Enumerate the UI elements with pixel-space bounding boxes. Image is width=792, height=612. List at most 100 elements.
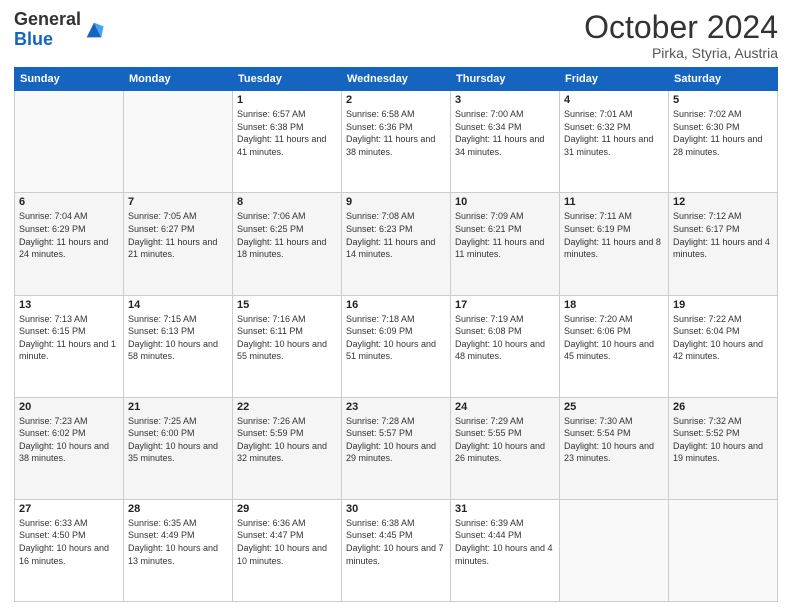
calendar-cell (560, 499, 669, 601)
day-number: 27 (19, 503, 119, 515)
day-info: Sunrise: 7:09 AM Sunset: 6:21 PM Dayligh… (455, 210, 555, 260)
day-info: Sunrise: 6:35 AM Sunset: 4:49 PM Dayligh… (128, 517, 228, 567)
day-number: 22 (237, 401, 337, 413)
calendar-cell: 23 Sunrise: 7:28 AM Sunset: 5:57 PM Dayli… (342, 397, 451, 499)
calendar-cell: 20 Sunrise: 7:23 AM Sunset: 6:02 PM Dayli… (15, 397, 124, 499)
day-info: Sunrise: 7:18 AM Sunset: 6:09 PM Dayligh… (346, 313, 446, 363)
logo-blue-text: Blue (14, 29, 53, 49)
calendar-cell: 28 Sunrise: 6:35 AM Sunset: 4:49 PM Dayli… (124, 499, 233, 601)
day-number: 2 (346, 94, 446, 106)
day-header-sunday: Sunday (15, 68, 124, 91)
day-info: Sunrise: 7:15 AM Sunset: 6:13 PM Dayligh… (128, 313, 228, 363)
day-number: 23 (346, 401, 446, 413)
calendar-cell (669, 499, 778, 601)
logo-general-text: General (14, 9, 81, 29)
day-info: Sunrise: 6:38 AM Sunset: 4:45 PM Dayligh… (346, 517, 446, 567)
day-number: 7 (128, 196, 228, 208)
day-number: 26 (673, 401, 773, 413)
day-number: 5 (673, 94, 773, 106)
day-info: Sunrise: 7:00 AM Sunset: 6:34 PM Dayligh… (455, 108, 555, 158)
location: Pirka, Styria, Austria (584, 45, 778, 61)
day-info: Sunrise: 7:04 AM Sunset: 6:29 PM Dayligh… (19, 210, 119, 260)
month-title: October 2024 (584, 10, 778, 45)
day-info: Sunrise: 7:16 AM Sunset: 6:11 PM Dayligh… (237, 313, 337, 363)
day-number: 11 (564, 196, 664, 208)
day-info: Sunrise: 7:11 AM Sunset: 6:19 PM Dayligh… (564, 210, 664, 260)
calendar-cell: 14 Sunrise: 7:15 AM Sunset: 6:13 PM Dayli… (124, 295, 233, 397)
calendar-cell: 21 Sunrise: 7:25 AM Sunset: 6:00 PM Dayli… (124, 397, 233, 499)
day-info: Sunrise: 7:23 AM Sunset: 6:02 PM Dayligh… (19, 415, 119, 465)
day-info: Sunrise: 7:01 AM Sunset: 6:32 PM Dayligh… (564, 108, 664, 158)
day-info: Sunrise: 7:28 AM Sunset: 5:57 PM Dayligh… (346, 415, 446, 465)
calendar-cell: 12Sunrise: 7:12 AM Sunset: 6:17 PM Dayli… (669, 193, 778, 295)
calendar-cell: 16 Sunrise: 7:18 AM Sunset: 6:09 PM Dayli… (342, 295, 451, 397)
calendar-cell: 1 Sunrise: 6:57 AM Sunset: 6:38 PM Daylig… (233, 91, 342, 193)
day-header-wednesday: Wednesday (342, 68, 451, 91)
calendar-cell: 26 Sunrise: 7:32 AM Sunset: 5:52 PM Dayli… (669, 397, 778, 499)
calendar-cell: 5 Sunrise: 7:02 AM Sunset: 6:30 PM Daylig… (669, 91, 778, 193)
day-info: Sunrise: 7:20 AM Sunset: 6:06 PM Dayligh… (564, 313, 664, 363)
day-number: 1 (237, 94, 337, 106)
logo: General Blue (14, 10, 105, 50)
day-info: Sunrise: 7:32 AM Sunset: 5:52 PM Dayligh… (673, 415, 773, 465)
calendar-cell: 27 Sunrise: 6:33 AM Sunset: 4:50 PM Dayli… (15, 499, 124, 601)
page: General Blue October 2024 Pirka, Styria,… (0, 0, 792, 612)
header: General Blue October 2024 Pirka, Styria,… (14, 10, 778, 61)
calendar-cell: 31 Sunrise: 6:39 AM Sunset: 4:44 PM Dayli… (451, 499, 560, 601)
day-info: Sunrise: 7:29 AM Sunset: 5:55 PM Dayligh… (455, 415, 555, 465)
day-number: 25 (564, 401, 664, 413)
calendar-cell: 24 Sunrise: 7:29 AM Sunset: 5:55 PM Dayli… (451, 397, 560, 499)
day-info: Sunrise: 7:19 AM Sunset: 6:08 PM Dayligh… (455, 313, 555, 363)
calendar-cell: 7 Sunrise: 7:05 AM Sunset: 6:27 PM Daylig… (124, 193, 233, 295)
calendar-table: SundayMondayTuesdayWednesdayThursdayFrid… (14, 67, 778, 602)
calendar-cell: 22 Sunrise: 7:26 AM Sunset: 5:59 PM Dayli… (233, 397, 342, 499)
calendar-cell: 3Sunrise: 7:00 AM Sunset: 6:34 PM Daylig… (451, 91, 560, 193)
day-number: 4 (564, 94, 664, 106)
day-number: 29 (237, 503, 337, 515)
day-header-monday: Monday (124, 68, 233, 91)
calendar-cell: 9Sunrise: 7:08 AM Sunset: 6:23 PM Daylig… (342, 193, 451, 295)
day-info: Sunrise: 7:06 AM Sunset: 6:25 PM Dayligh… (237, 210, 337, 260)
day-info: Sunrise: 6:58 AM Sunset: 6:36 PM Dayligh… (346, 108, 446, 158)
day-number: 31 (455, 503, 555, 515)
calendar-cell: 25Sunrise: 7:30 AM Sunset: 5:54 PM Dayli… (560, 397, 669, 499)
day-number: 19 (673, 299, 773, 311)
day-number: 8 (237, 196, 337, 208)
day-info: Sunrise: 6:57 AM Sunset: 6:38 PM Dayligh… (237, 108, 337, 158)
day-info: Sunrise: 7:26 AM Sunset: 5:59 PM Dayligh… (237, 415, 337, 465)
day-info: Sunrise: 7:25 AM Sunset: 6:00 PM Dayligh… (128, 415, 228, 465)
title-block: October 2024 Pirka, Styria, Austria (584, 10, 778, 61)
week-row-2: 6Sunrise: 7:04 AM Sunset: 6:29 PM Daylig… (15, 193, 778, 295)
day-info: Sunrise: 7:12 AM Sunset: 6:17 PM Dayligh… (673, 210, 773, 260)
day-number: 13 (19, 299, 119, 311)
calendar-cell: 30Sunrise: 6:38 AM Sunset: 4:45 PM Dayli… (342, 499, 451, 601)
day-info: Sunrise: 6:36 AM Sunset: 4:47 PM Dayligh… (237, 517, 337, 567)
day-info: Sunrise: 7:22 AM Sunset: 6:04 PM Dayligh… (673, 313, 773, 363)
day-info: Sunrise: 7:05 AM Sunset: 6:27 PM Dayligh… (128, 210, 228, 260)
day-number: 24 (455, 401, 555, 413)
day-info: Sunrise: 6:33 AM Sunset: 4:50 PM Dayligh… (19, 517, 119, 567)
calendar-cell: 6Sunrise: 7:04 AM Sunset: 6:29 PM Daylig… (15, 193, 124, 295)
day-header-saturday: Saturday (669, 68, 778, 91)
calendar-cell (124, 91, 233, 193)
days-header-row: SundayMondayTuesdayWednesdayThursdayFrid… (15, 68, 778, 91)
calendar-cell: 19 Sunrise: 7:22 AM Sunset: 6:04 PM Dayli… (669, 295, 778, 397)
day-info: Sunrise: 7:02 AM Sunset: 6:30 PM Dayligh… (673, 108, 773, 158)
day-number: 16 (346, 299, 446, 311)
day-number: 10 (455, 196, 555, 208)
day-number: 21 (128, 401, 228, 413)
day-number: 14 (128, 299, 228, 311)
logo-icon (83, 19, 105, 41)
day-number: 17 (455, 299, 555, 311)
calendar-cell: 11 Sunrise: 7:11 AM Sunset: 6:19 PM Dayli… (560, 193, 669, 295)
day-info: Sunrise: 6:39 AM Sunset: 4:44 PM Dayligh… (455, 517, 555, 567)
day-header-thursday: Thursday (451, 68, 560, 91)
day-info: Sunrise: 7:13 AM Sunset: 6:15 PM Dayligh… (19, 313, 119, 363)
day-info: Sunrise: 7:08 AM Sunset: 6:23 PM Dayligh… (346, 210, 446, 260)
week-row-1: 1 Sunrise: 6:57 AM Sunset: 6:38 PM Daylig… (15, 91, 778, 193)
calendar-cell: 17 Sunrise: 7:19 AM Sunset: 6:08 PM Dayli… (451, 295, 560, 397)
week-row-4: 20 Sunrise: 7:23 AM Sunset: 6:02 PM Dayli… (15, 397, 778, 499)
day-number: 20 (19, 401, 119, 413)
day-number: 28 (128, 503, 228, 515)
day-header-friday: Friday (560, 68, 669, 91)
